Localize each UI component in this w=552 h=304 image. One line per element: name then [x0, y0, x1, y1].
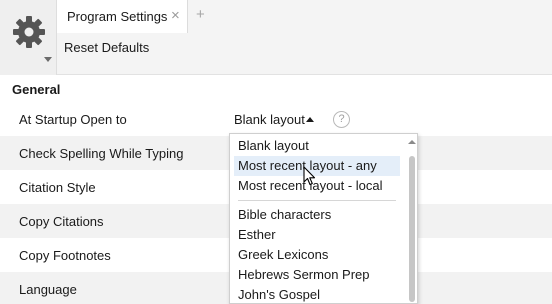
dropdown-option[interactable]: Bible characters	[234, 205, 400, 225]
dropdown-option[interactable]: Greek Lexicons	[234, 245, 400, 265]
reset-defaults-button[interactable]: Reset Defaults	[64, 40, 149, 55]
dropdown-option-hovered[interactable]: Most recent layout - any	[234, 156, 400, 176]
startup-select[interactable]: Blank layout	[234, 112, 305, 127]
dropdown-option[interactable]: Most recent layout - local	[234, 176, 400, 196]
dropdown-divider	[238, 200, 396, 201]
startup-dropdown-menu: Blank layout Most recent layout - any Mo…	[229, 133, 418, 304]
toolbar-header: Program Settings × + Reset Defaults	[0, 0, 552, 75]
tab-label: Program Settings	[67, 9, 168, 24]
tab-program-settings[interactable]: Program Settings ×	[57, 0, 188, 33]
settings-menu-button[interactable]	[0, 0, 57, 75]
mouse-cursor-icon	[303, 166, 316, 186]
dropdown-option[interactable]: Esther	[234, 225, 400, 245]
setting-label: At Startup Open to	[19, 112, 127, 127]
dropdown-scrollbar[interactable]	[406, 134, 417, 303]
section-title: General	[12, 82, 61, 97]
setting-label: Check Spelling While Typing	[19, 146, 184, 161]
close-icon[interactable]: ×	[171, 7, 180, 25]
dropdown-option[interactable]: Blank layout	[234, 136, 400, 156]
setting-label: Language	[19, 282, 77, 297]
dropdown-option[interactable]: Hebrews Sermon Prep	[234, 265, 400, 285]
dropdown-option[interactable]: John's Gospel	[234, 285, 400, 303]
scroll-up-icon[interactable]	[408, 140, 416, 144]
scroll-thumb[interactable]	[409, 156, 415, 302]
chevron-up-icon[interactable]	[306, 117, 314, 122]
add-tab-icon[interactable]: +	[196, 6, 205, 24]
chevron-down-icon	[44, 57, 52, 62]
setting-label: Copy Citations	[19, 214, 104, 229]
setting-label: Citation Style	[19, 180, 96, 195]
gear-icon	[13, 16, 45, 48]
setting-label: Copy Footnotes	[19, 248, 111, 263]
help-icon[interactable]: ?	[333, 111, 350, 128]
